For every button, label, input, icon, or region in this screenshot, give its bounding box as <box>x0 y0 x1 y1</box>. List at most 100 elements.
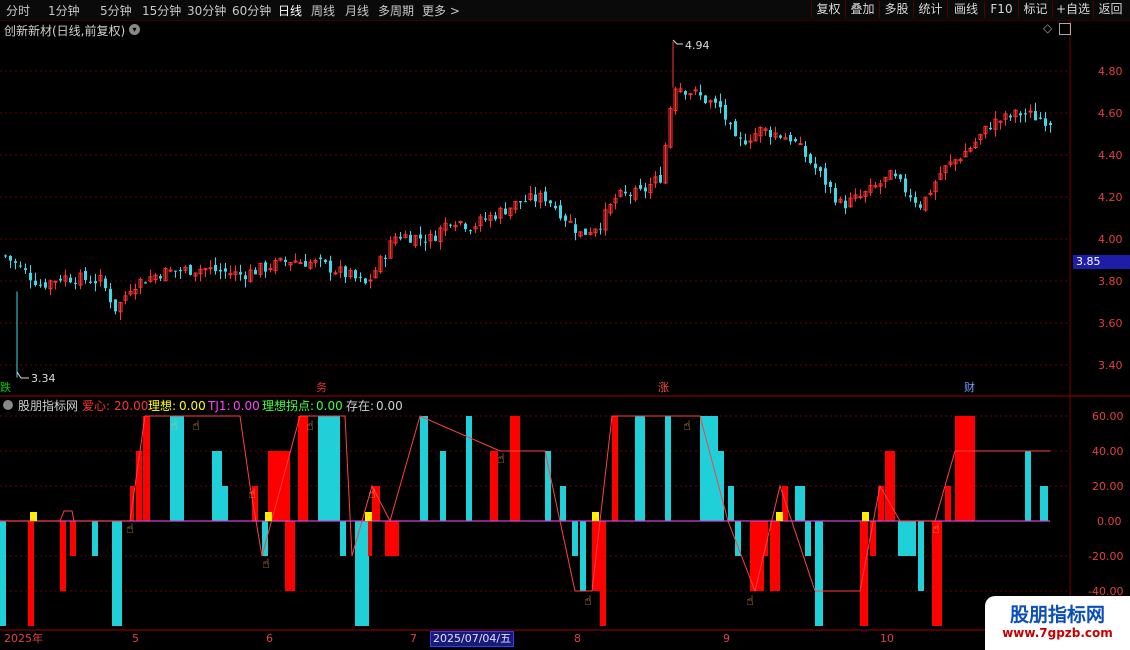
candle-body <box>998 120 1003 123</box>
candle-body <box>109 288 112 303</box>
candle-body <box>1039 117 1042 119</box>
indicator-tick: 0.00 <box>1097 515 1122 528</box>
candle-body <box>599 228 602 230</box>
diamond-icon[interactable]: ◇ <box>1043 21 1052 35</box>
indicator-tick: 20.00 <box>1092 480 1124 493</box>
candle-body <box>228 273 233 276</box>
candle-body <box>914 197 917 203</box>
legend-exist-label: 存在: <box>346 399 374 413</box>
candle-body <box>534 194 537 202</box>
candle-body <box>469 230 472 232</box>
candlestick-series <box>4 41 1052 378</box>
candle-body <box>769 129 772 138</box>
signal-square <box>265 512 272 521</box>
indicator-bar <box>805 521 811 556</box>
candle-body <box>904 178 907 193</box>
indicator-bar <box>285 521 295 591</box>
chart-title-bar: 创新新材(日线,前复权) ▾ ◇ <box>0 20 1071 40</box>
signal-square <box>776 512 783 521</box>
candle-body <box>89 281 92 283</box>
indicator-bar <box>368 521 372 556</box>
candle-body <box>559 205 562 219</box>
indicator-tick: 60.00 <box>1092 410 1124 423</box>
candle-body <box>293 260 298 263</box>
price-tick: 4.60 <box>1098 107 1123 120</box>
candle-body <box>714 98 717 103</box>
signal-square <box>365 512 372 521</box>
indicator-bar <box>870 521 876 556</box>
indicator-bar <box>560 486 566 521</box>
price-tick: 4.40 <box>1098 149 1123 162</box>
candle-body <box>989 127 992 130</box>
candle-body <box>719 101 722 108</box>
hand-pointer-icon: ☝ <box>746 594 754 609</box>
window-toggle-icon[interactable] <box>1059 23 1071 35</box>
candle-body <box>684 91 687 95</box>
candle-body <box>494 215 497 220</box>
date-tick: 2025年 <box>4 631 43 645</box>
candle-body <box>794 138 797 142</box>
event-marker-fall[interactable]: 跌 <box>0 380 11 394</box>
event-marker-business[interactable]: 务 <box>316 381 327 394</box>
candle-body <box>19 265 22 267</box>
legend-tj1-label: TJ1: <box>207 399 231 413</box>
date-tick: 6 <box>266 632 273 645</box>
watermark-title: 股朋指标网 <box>1009 604 1105 626</box>
indicator-bar <box>0 521 6 626</box>
candle-body <box>244 275 247 280</box>
candle-body <box>524 201 527 203</box>
kline-chart[interactable]: ☝ ☝ ☝ ☝ ☝ ☝ ☝ ☝ ☝ ☝ ☝ ☝ 4.94 3.34 跌 务 涨 财 4.80 4.60… <box>0 0 1130 650</box>
candle-body <box>584 228 587 235</box>
event-marker-rise[interactable]: 涨 <box>658 381 669 394</box>
candle-body <box>208 267 213 270</box>
candle-body <box>824 168 827 185</box>
candle-body <box>919 204 922 208</box>
low-label: 3.34 <box>31 372 56 385</box>
candle-body <box>449 224 452 226</box>
candle-body <box>254 269 257 275</box>
candle-body <box>419 234 422 239</box>
indicator-tick: -20.00 <box>1088 550 1123 563</box>
indicator-legend: 股朋指标网 爱心: 20.00 理想: 0.00 TJ1: 0.00 理想拐点:… <box>3 398 403 413</box>
indicator-bar <box>92 521 98 556</box>
legend-aixin-label: 爱心: <box>82 399 110 413</box>
hand-pointer-icon: ☝ <box>683 419 691 434</box>
candle-body <box>724 104 727 120</box>
indicator-bar <box>918 521 924 591</box>
indicator-bar <box>318 416 340 521</box>
candle-body <box>4 255 7 257</box>
candle-body <box>704 95 707 104</box>
candle-body <box>364 278 367 284</box>
chevron-down-icon[interactable]: ▾ <box>129 24 140 35</box>
indicator-bar <box>212 451 222 521</box>
candle-body <box>298 261 303 264</box>
signal-square <box>30 512 37 521</box>
candle-body <box>639 185 642 189</box>
hand-pointer-icon: ☝ <box>192 419 200 434</box>
candle-body <box>909 195 912 198</box>
indicator-bar <box>612 416 618 521</box>
hand-pointer-icon: ☝ <box>497 452 505 467</box>
candle-body <box>214 264 217 272</box>
candle-body <box>159 276 162 279</box>
date-tick: 5 <box>132 632 139 645</box>
candle-body <box>739 137 742 139</box>
event-marker-finance[interactable]: 财 <box>964 380 975 394</box>
legend-turn-value: 0.00 <box>316 399 343 413</box>
indicator-bar <box>1025 451 1031 521</box>
legend-lixiang-value: 0.00 <box>179 399 206 413</box>
candle-body <box>94 281 97 284</box>
hand-pointer-icon: ☝ <box>584 594 592 609</box>
current-price-badge: 3.85 <box>1073 255 1130 269</box>
candle-body <box>819 167 822 172</box>
indicator-bar <box>600 521 606 626</box>
candle-body <box>629 194 632 197</box>
candle-body <box>644 187 647 192</box>
indicator-bar <box>580 521 586 591</box>
candle-body <box>1044 118 1047 126</box>
indicator-bar <box>268 451 290 521</box>
candle-body <box>399 236 402 239</box>
candle-body <box>434 235 437 241</box>
hand-pointer-icon: ☝ <box>306 419 314 434</box>
indicator-bar <box>635 416 645 521</box>
